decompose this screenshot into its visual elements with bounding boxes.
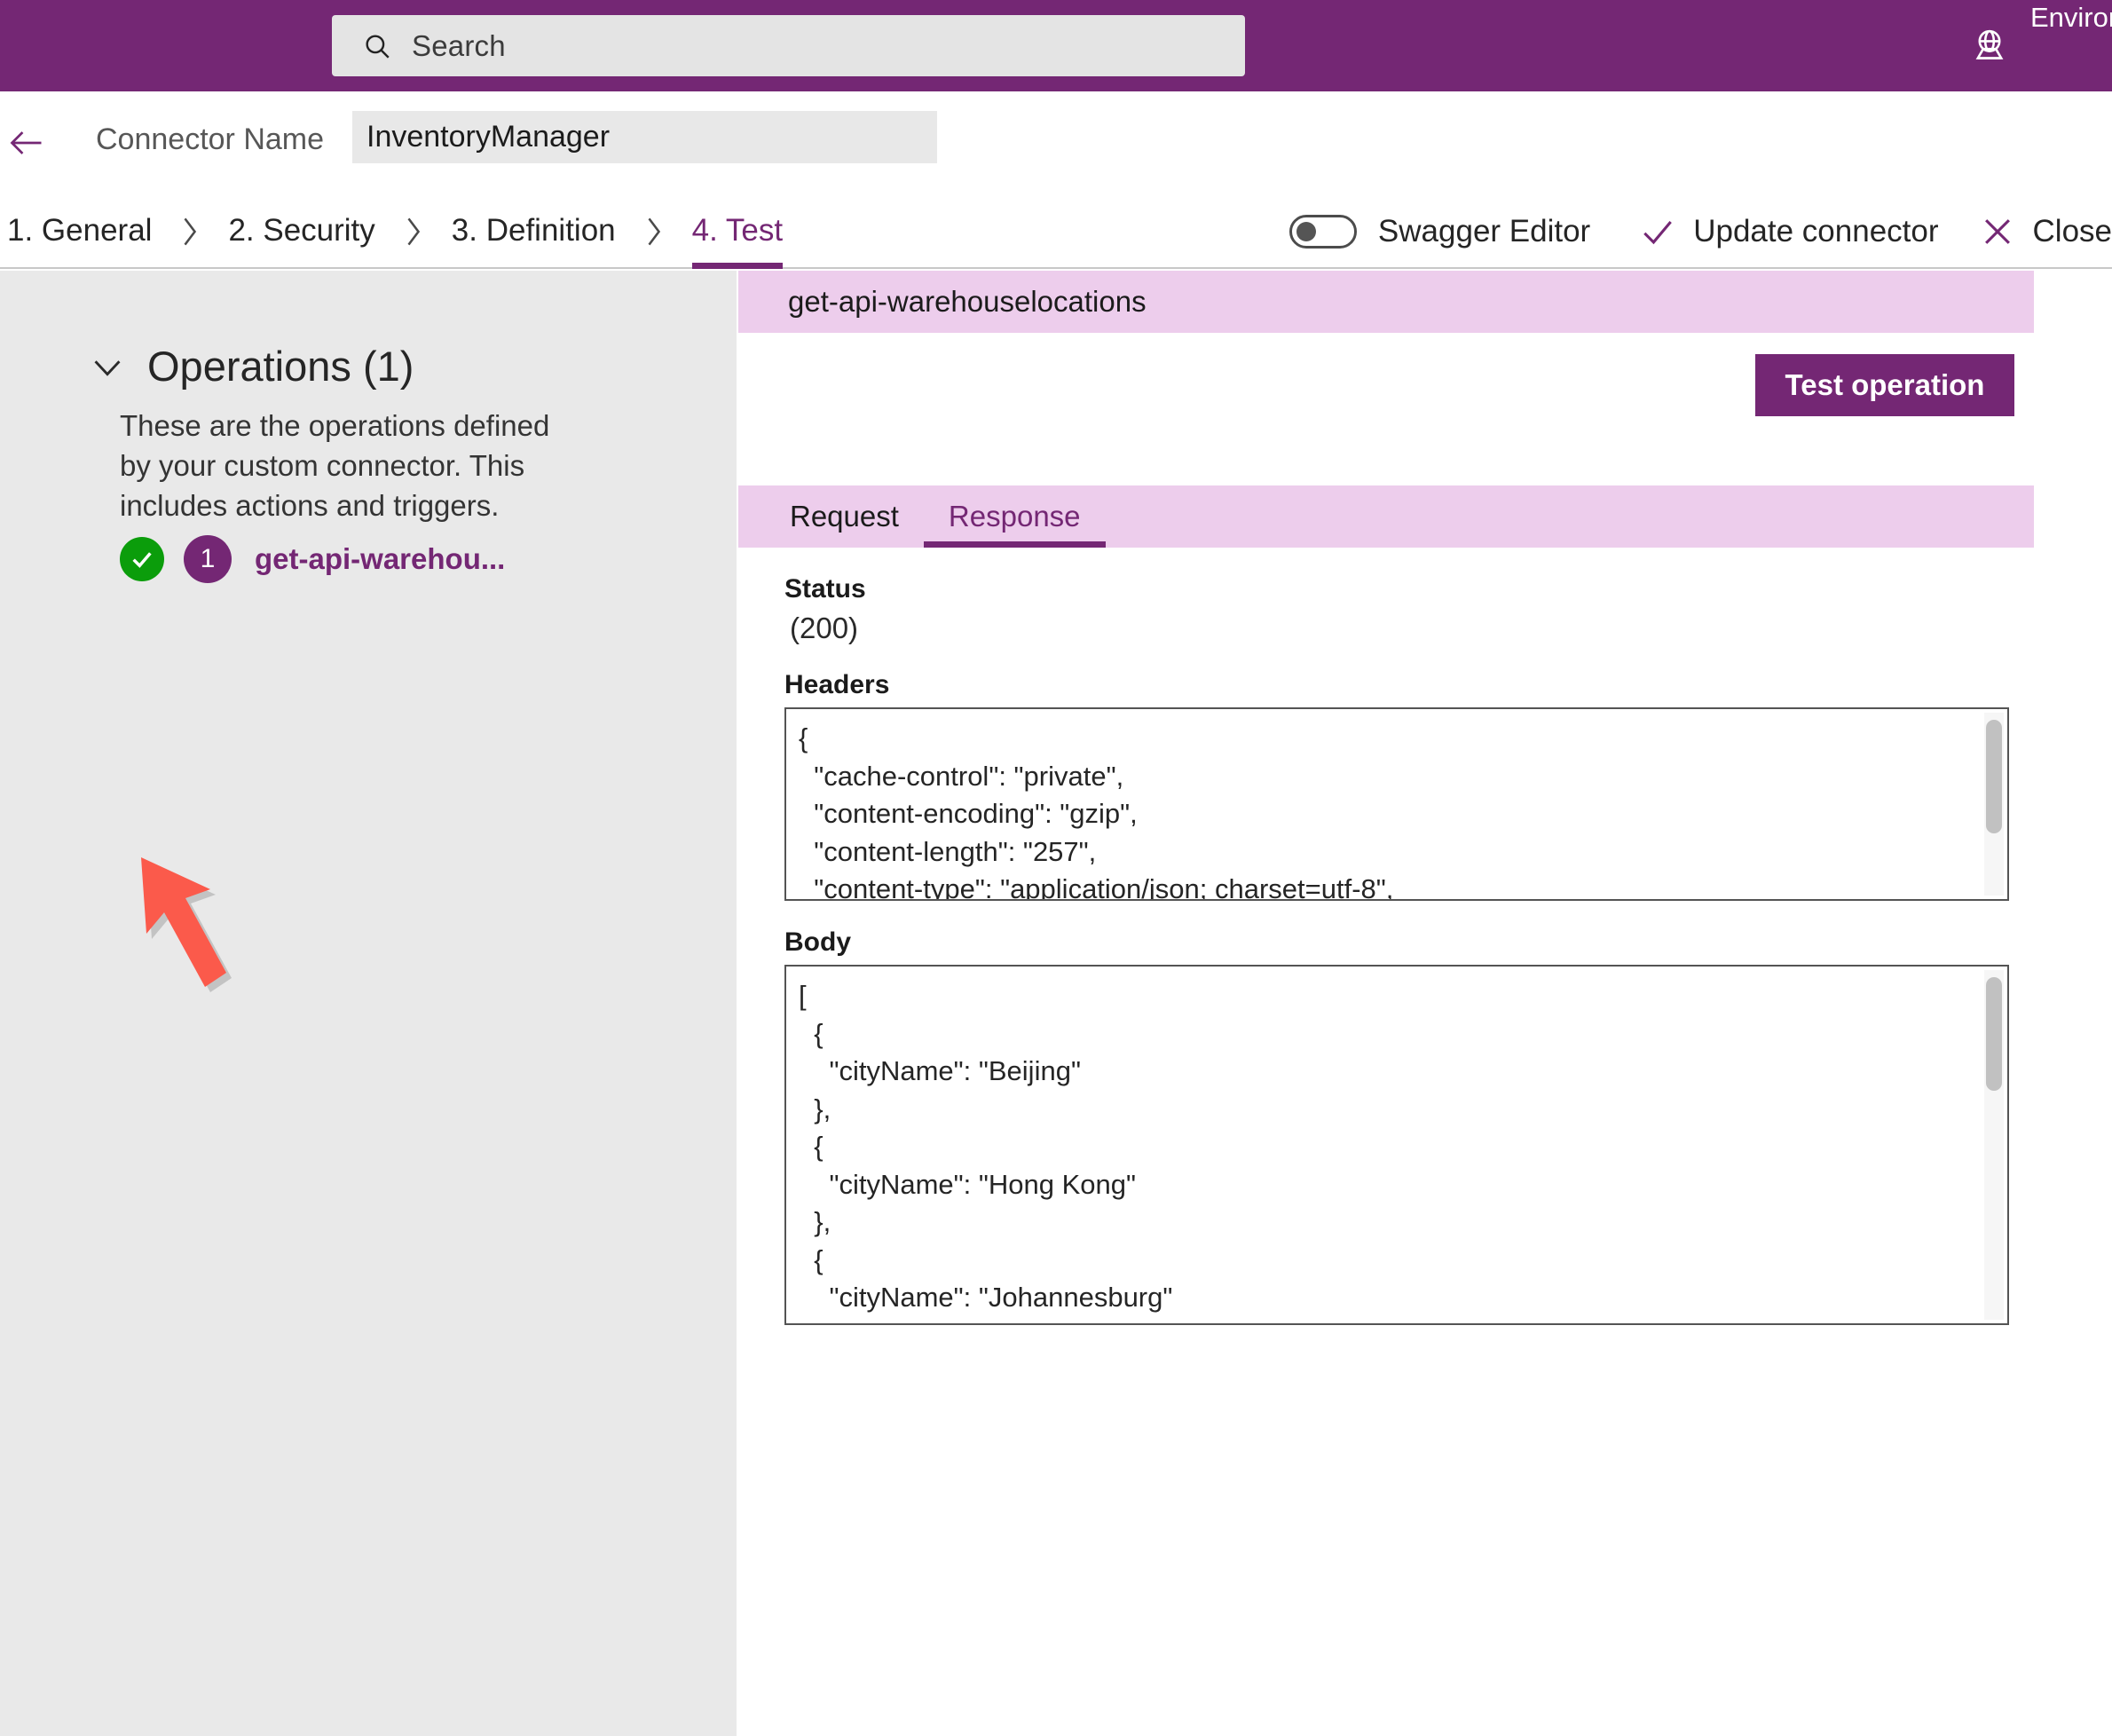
body-json: [ { "cityName": "Beijing" }, { "cityName… bbox=[799, 980, 1173, 1323]
tab-request-label: Request bbox=[790, 500, 899, 533]
response-card: Request Response Status (200) Headers { … bbox=[738, 485, 2034, 1325]
chevron-right-icon bbox=[152, 194, 228, 269]
operations-description: These are the operations defined by your… bbox=[120, 409, 550, 522]
step-definition[interactable]: 3. Definition bbox=[452, 194, 616, 269]
red-arrow-icon bbox=[138, 852, 324, 1003]
toggle-knob bbox=[1296, 222, 1316, 241]
search-icon bbox=[362, 31, 392, 61]
toggle-track bbox=[1288, 215, 1357, 249]
search-box[interactable]: Search bbox=[332, 15, 1245, 76]
wizard-step-bar: 1. General 2. Security 3. Definition 4. … bbox=[0, 194, 2112, 269]
chevron-right-icon bbox=[375, 194, 452, 269]
request-response-tabs: Request Response bbox=[738, 485, 2034, 548]
wizard-steps: 1. General 2. Security 3. Definition 4. … bbox=[0, 194, 784, 269]
close-x-icon bbox=[1978, 212, 2017, 251]
connector-name-row: Connector Name bbox=[0, 91, 2112, 194]
green-check-circle-icon bbox=[120, 537, 164, 581]
operation-card: get-api-warehouselocations Test operatio… bbox=[738, 271, 2034, 446]
wizard-toolbar: Swagger Editor Update connector Close bbox=[1288, 194, 2112, 269]
step-test[interactable]: 4. Test bbox=[691, 194, 784, 269]
operation-card-body: Test operation bbox=[738, 333, 2034, 446]
headers-json: { "cache-control": "private", "content-e… bbox=[799, 722, 1394, 901]
operation-name-label: get-api-warehou... bbox=[255, 542, 506, 575]
check-icon bbox=[1638, 212, 1677, 251]
update-connector-label: Update connector bbox=[1693, 214, 1939, 249]
close-button[interactable]: Close bbox=[1978, 212, 2112, 251]
body-scrollbar-thumb[interactable] bbox=[1986, 977, 2002, 1091]
headers-scrollbar-thumb[interactable] bbox=[1986, 720, 2002, 833]
chevron-right-icon bbox=[616, 194, 692, 269]
step-general-label: 1. General bbox=[7, 213, 153, 248]
body-textarea[interactable]: [ { "cityName": "Beijing" }, { "cityName… bbox=[784, 965, 2009, 1325]
step-security[interactable]: 2. Security bbox=[228, 194, 374, 269]
step-definition-label: 3. Definition bbox=[451, 213, 616, 248]
swagger-editor-toggle[interactable]: Swagger Editor bbox=[1288, 214, 1591, 249]
page-body: Operations (1) These are the operations … bbox=[0, 271, 2112, 1736]
body-label: Body bbox=[784, 927, 851, 957]
test-operation-button[interactable]: Test operation bbox=[1755, 354, 2014, 416]
operations-section-header[interactable]: Operations (1) bbox=[87, 342, 414, 391]
step-test-label: 4. Test bbox=[691, 213, 784, 248]
top-app-bar: Search Environm bbox=[0, 0, 2112, 91]
operations-sidebar: Operations (1) These are the operations … bbox=[0, 271, 737, 1736]
operation-list-item[interactable]: 1 get-api-warehou... bbox=[120, 535, 505, 583]
response-body: Status (200) Headers { "cache-control": … bbox=[738, 548, 2034, 1325]
connector-name-label: Connector Name bbox=[96, 122, 325, 156]
chevron-down-icon bbox=[87, 346, 128, 387]
tab-response-label: Response bbox=[948, 500, 1081, 533]
environment-label: Environm bbox=[2030, 2, 2112, 33]
update-connector-button[interactable]: Update connector bbox=[1638, 212, 1939, 251]
search-placeholder: Search bbox=[412, 28, 506, 62]
step-general[interactable]: 1. General bbox=[7, 194, 152, 269]
operation-card-header: get-api-warehouselocations bbox=[738, 271, 2034, 333]
operation-card-title: get-api-warehouselocations bbox=[788, 285, 1147, 318]
globe-icon[interactable] bbox=[1968, 25, 2011, 67]
operation-index-badge: 1 bbox=[184, 535, 232, 583]
step-security-label: 2. Security bbox=[228, 213, 375, 248]
headers-label: Headers bbox=[784, 670, 890, 699]
test-content-pane: get-api-warehouselocations Test operatio… bbox=[737, 271, 2112, 1736]
tab-response[interactable]: Response bbox=[923, 485, 1106, 548]
operations-title: Operations (1) bbox=[147, 343, 414, 390]
close-label: Close bbox=[2032, 214, 2112, 249]
headers-scrollbar[interactable] bbox=[1984, 713, 2004, 896]
tab-request[interactable]: Request bbox=[765, 485, 924, 548]
connector-name-input[interactable] bbox=[352, 111, 937, 163]
body-scrollbar[interactable] bbox=[1984, 970, 2004, 1320]
swagger-editor-label: Swagger Editor bbox=[1377, 214, 1591, 249]
status-label: Status bbox=[784, 574, 866, 604]
status-value: (200) bbox=[790, 612, 859, 644]
back-arrow-icon[interactable] bbox=[7, 123, 46, 162]
headers-textarea[interactable]: { "cache-control": "private", "content-e… bbox=[784, 707, 2009, 901]
